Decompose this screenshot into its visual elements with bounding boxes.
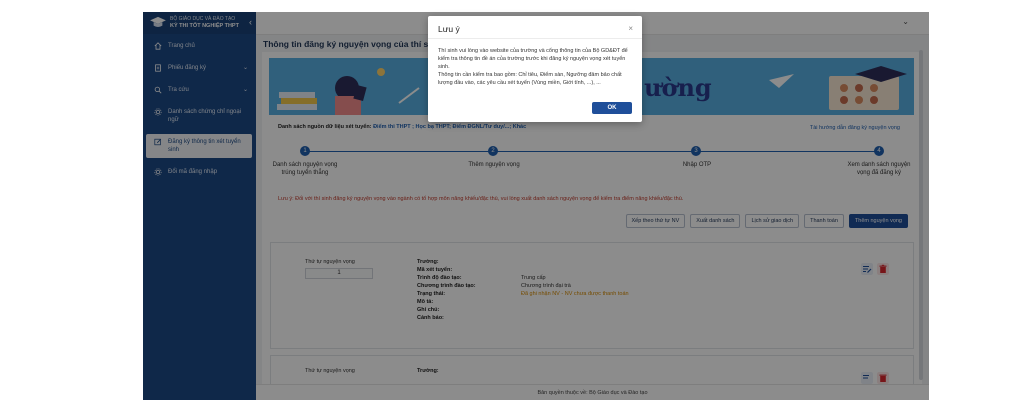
dialog-title: Lưu ý (438, 24, 460, 34)
dialog-paragraph-1: Thí sinh vui lòng vào website của trường… (438, 48, 628, 70)
notice-dialog: Lưu ý × Thí sinh vui lòng vào website củ… (428, 16, 642, 122)
dialog-body: Thí sinh vui lòng vào website của trường… (438, 47, 630, 87)
close-icon[interactable]: × (628, 24, 633, 33)
dialog-divider (428, 38, 642, 39)
ok-button[interactable]: OK (592, 102, 632, 114)
dialog-paragraph-2: Thông tin cần kiểm tra bao gồm: Chỉ tiêu… (438, 72, 622, 86)
